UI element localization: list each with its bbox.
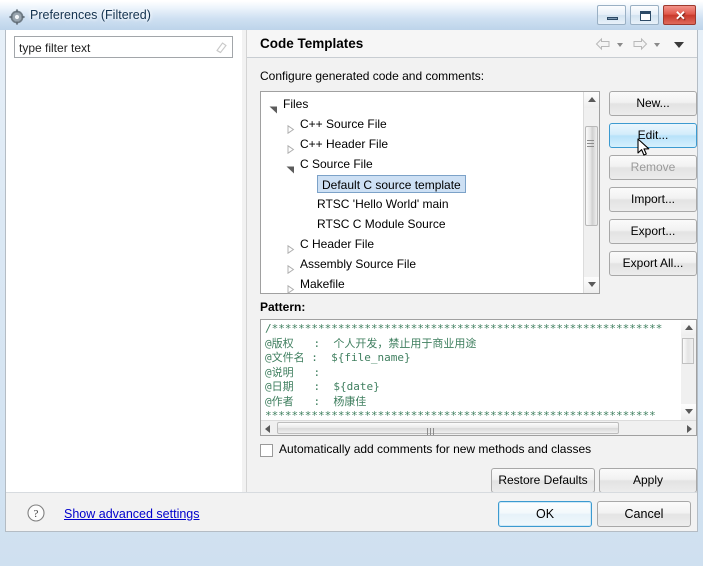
filter-box[interactable] xyxy=(14,36,233,58)
apply-button[interactable]: Apply xyxy=(599,468,697,493)
scroll-down-icon[interactable] xyxy=(681,404,696,420)
preferences-gear-icon xyxy=(9,9,25,25)
tree-item-c-source-file[interactable]: C Source File xyxy=(261,154,583,174)
tree-item-c-header-file[interactable]: C++ Header File xyxy=(261,134,583,155)
tree-item-label: RTSC C Module Source xyxy=(317,217,446,231)
tree-collapsed-arrow-icon[interactable] xyxy=(286,120,295,135)
close-button[interactable]: ✕ xyxy=(663,5,696,25)
chevron-down-icon[interactable] xyxy=(652,37,662,51)
title-bar[interactable]: Preferences (Filtered) ✕ xyxy=(0,0,703,30)
tree-collapsed-arrow-icon[interactable] xyxy=(286,260,295,275)
export-all-button[interactable]: Export All... xyxy=(609,251,697,276)
tree-collapsed-arrow-icon[interactable] xyxy=(286,240,295,255)
dialog-button-bar: ? Show advanced settings OK Cancel xyxy=(6,492,697,530)
ok-button[interactable]: OK xyxy=(498,501,592,527)
scrollbar-grip-icon xyxy=(427,424,436,435)
tree-expanded-arrow-icon[interactable] xyxy=(286,160,295,174)
right-pane: Code Templates Configure generated code … xyxy=(247,30,697,493)
show-advanced-settings-link[interactable]: Show advanced settings xyxy=(64,507,200,521)
scrollbar-thumb[interactable] xyxy=(277,422,619,434)
restore-defaults-button[interactable]: Restore Defaults xyxy=(491,468,595,493)
tree-item-rtsc-c-module-source[interactable]: RTSC C Module Source xyxy=(261,214,583,234)
maximize-icon xyxy=(640,11,651,21)
edit-button[interactable]: Edit... xyxy=(609,123,697,148)
pattern-horizontal-scrollbar[interactable] xyxy=(261,420,696,435)
pattern-vertical-scrollbar[interactable] xyxy=(681,320,696,420)
tree-item-label: Assembly Source File xyxy=(300,257,417,271)
tree-items-container: Files C++ Source File C++ Header File C Sou… xyxy=(261,94,583,293)
tree-item-label: C Source File xyxy=(300,157,373,171)
scroll-down-icon[interactable] xyxy=(584,277,599,293)
pattern-textarea[interactable]: /***************************************… xyxy=(260,319,697,436)
tree-item-label: C Header File xyxy=(300,237,375,251)
search-input[interactable] xyxy=(19,40,199,55)
page-header: Code Templates xyxy=(247,30,697,58)
scroll-right-icon[interactable] xyxy=(687,425,692,433)
cancel-button[interactable]: Cancel xyxy=(597,501,691,527)
tree-collapsed-arrow-icon[interactable] xyxy=(286,140,295,155)
maximize-button[interactable] xyxy=(630,5,659,25)
tree-item-makefile[interactable]: Makefile xyxy=(261,274,583,293)
arrow-right-icon[interactable] xyxy=(632,37,648,51)
scrollbar-thumb[interactable] xyxy=(682,338,694,364)
minimize-icon xyxy=(607,17,618,20)
tree-item-label: Default C source template xyxy=(317,175,466,193)
tree-vertical-scrollbar[interactable] xyxy=(583,92,599,293)
tree-item-label: C++ Source File xyxy=(300,117,387,131)
scrollbar-grip-icon xyxy=(587,136,594,147)
minimize-button[interactable] xyxy=(597,5,626,25)
configure-label: Configure generated code and comments: xyxy=(260,69,485,83)
tree-item-default-c-source-template[interactable]: Default C source template xyxy=(261,174,583,194)
tree-item-files[interactable]: Files xyxy=(261,94,583,114)
scroll-left-icon[interactable] xyxy=(265,425,270,433)
erase-filter-icon[interactable] xyxy=(214,40,228,54)
import-button[interactable]: Import... xyxy=(609,187,697,212)
dialog-body: Code Templates xyxy=(5,30,698,532)
question-mark-icon[interactable]: ? xyxy=(27,504,45,522)
svg-text:?: ? xyxy=(34,508,39,520)
tree-item-assembly-source-file[interactable]: Assembly Source File xyxy=(261,254,583,275)
code-templates-tree[interactable]: Files C++ Source File C++ Header File C Sou… xyxy=(260,91,600,294)
chevron-down-icon[interactable] xyxy=(615,37,625,51)
page-title: Code Templates xyxy=(260,36,364,51)
new-button[interactable]: New... xyxy=(609,91,697,116)
tree-item-c-header-file[interactable]: C Header File xyxy=(261,234,583,255)
window-title: Preferences (Filtered) xyxy=(30,8,151,22)
tree-collapsed-arrow-icon[interactable] xyxy=(286,280,295,293)
tree-item-rtsc-hello-world-main[interactable]: RTSC 'Hello World' main xyxy=(261,194,583,214)
tree-item-label: Makefile xyxy=(300,277,345,291)
pattern-label: Pattern: xyxy=(260,300,306,314)
tree-item-label: RTSC 'Hello World' main xyxy=(317,197,449,211)
tree-item-label: C++ Header File xyxy=(300,137,389,151)
left-pane xyxy=(6,30,242,492)
scroll-up-icon[interactable] xyxy=(681,320,696,336)
auto-comment-label: Automatically add comments for new metho… xyxy=(279,442,592,456)
pattern-text-content: /***************************************… xyxy=(265,322,663,422)
remove-button: Remove xyxy=(609,155,697,180)
tree-item-c-source-file[interactable]: C++ Source File xyxy=(261,114,583,135)
close-icon: ✕ xyxy=(675,8,686,23)
preferences-dialog-window: Preferences (Filtered) ✕ type filter tex… xyxy=(0,0,703,566)
scroll-up-icon[interactable] xyxy=(584,92,599,108)
export-button[interactable]: Export... xyxy=(609,219,697,244)
chevron-down-icon[interactable] xyxy=(672,37,686,51)
arrow-left-icon[interactable] xyxy=(595,37,611,51)
tree-expanded-arrow-icon[interactable] xyxy=(269,100,278,114)
preferences-tree-empty[interactable] xyxy=(14,63,233,483)
tree-item-label: Files xyxy=(283,97,309,111)
auto-comment-checkbox[interactable] xyxy=(260,444,273,457)
